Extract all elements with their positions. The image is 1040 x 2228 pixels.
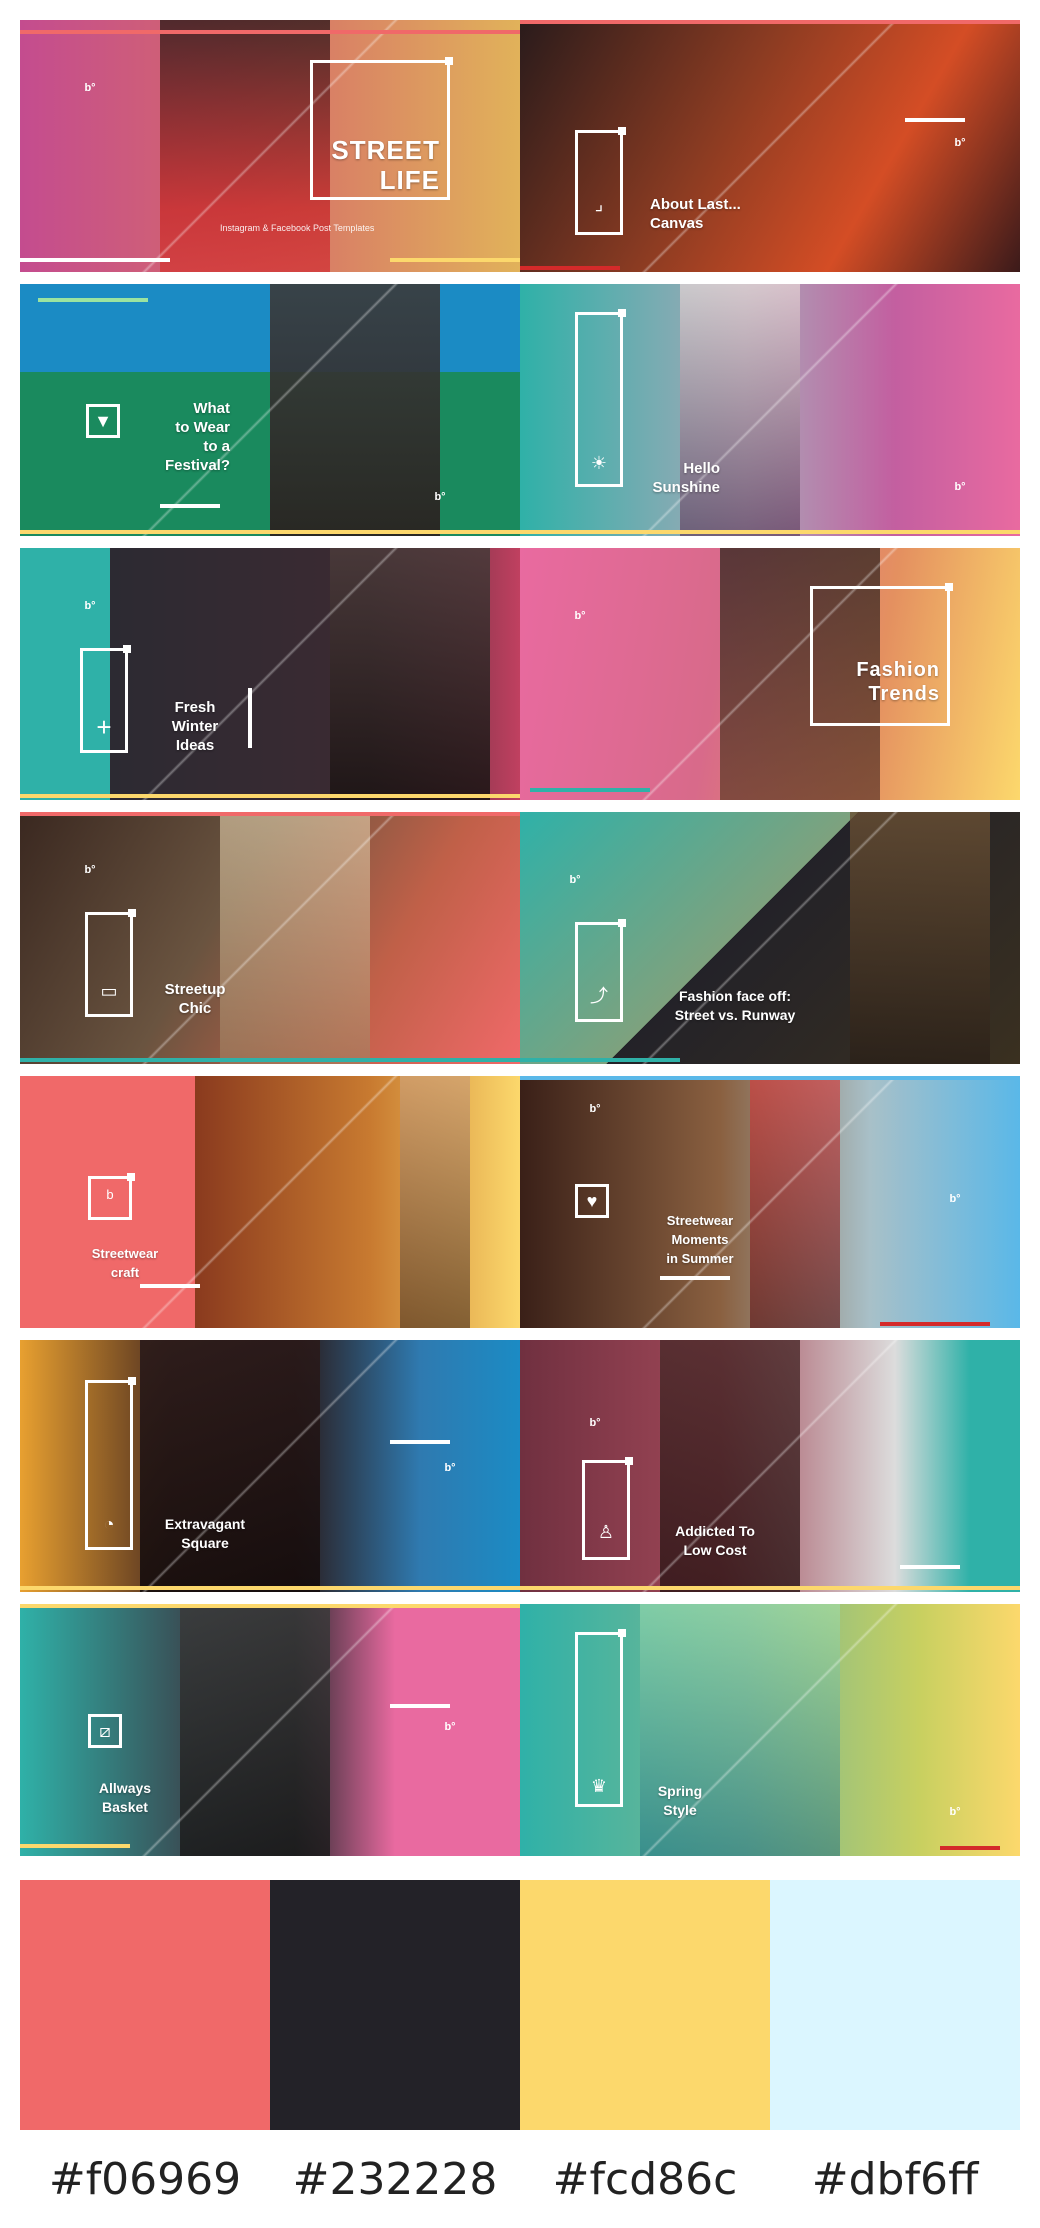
template-tile[interactable]: b Streetwear craft [20, 1076, 520, 1328]
tile-caption: Addicted To Low Cost [675, 1523, 755, 1558]
tile-caption: Extravagant Square [164, 1516, 246, 1551]
logo-badge-icon: b° [954, 137, 966, 149]
heart-icon: ♥ [575, 1184, 609, 1218]
template-tile[interactable]: b° ▭ Streetup Chic [20, 812, 520, 1064]
logo-badge-icon: b° [84, 864, 96, 876]
swatch-dark [270, 1880, 520, 2130]
tile-caption: About Last... Canvas [650, 196, 741, 232]
tile-caption: Streetup Chic [164, 981, 226, 1017]
tile-caption: Streetwear craft [91, 1246, 159, 1280]
template-tile[interactable]: ▼ What to Wear to a Festival? b° [20, 284, 520, 536]
crown-icon: ♛ [590, 1776, 608, 1796]
sun-icon: ☀ [590, 453, 608, 473]
tile-caption: Hello Sunshine [652, 460, 720, 496]
slash-square-icon: ⧄ [88, 1714, 122, 1748]
tile-caption: Spring Style [657, 1783, 703, 1818]
template-tile[interactable]: b° ⌟ About Last... Canvas [520, 20, 1020, 272]
logo-badge-icon: b° [444, 1721, 456, 1733]
logo-badge-icon: b° [589, 1417, 601, 1429]
logo-badge-icon: b° [949, 1806, 961, 1818]
palette-labels: #f06969 #232228 #fcd86c #dbf6ff [20, 2150, 1020, 2210]
corner-arrow-icon: ⌟ [594, 194, 604, 214]
swatch-label: #f06969 [48, 2154, 242, 2205]
tile-subtitle: Instagram & Facebook Post Templates [220, 223, 375, 233]
tile-caption: What to Wear to a Festival? [164, 400, 230, 474]
template-tile[interactable]: b° ⧄ Allways Basket [20, 1604, 520, 1856]
triangle-down-icon: ▼ [86, 404, 120, 438]
template-tile[interactable]: b° ⤴ Fashion face off: Street vs. Runway [520, 812, 1020, 1064]
template-tile[interactable]: b° Fashion Trends [520, 548, 1020, 800]
template-tile[interactable]: b° + Fresh Winter Ideas [20, 548, 520, 800]
swatch-coral [20, 1880, 270, 2130]
logo-badge-icon: b° [574, 610, 586, 622]
plus-icon: + [96, 712, 112, 742]
logo-badge-icon: b° [434, 491, 446, 503]
template-tile[interactable]: ♛ Spring Style b° [520, 1604, 1020, 1856]
template-tile[interactable]: ☀ Hello Sunshine b° [520, 284, 1020, 536]
template-tile[interactable]: b° ◔ Extravagant Square [20, 1340, 520, 1592]
person-icon: ♙ [597, 1522, 615, 1542]
swatch-label: #dbf6ff [811, 2154, 979, 2205]
frame-badge-icon: b [106, 1187, 114, 1202]
template-tile[interactable]: b° STREET LIFE Instagram & Facebook Post… [20, 20, 520, 272]
tile-caption: Allways Basket [98, 1780, 152, 1815]
mirror-icon: ▭ [100, 981, 118, 1001]
leaf-icon: ◔ [103, 1514, 115, 1534]
swatch-label: #232228 [292, 2154, 498, 2205]
color-palette [20, 1880, 1020, 2130]
swatch-light-blue [770, 1880, 1020, 2130]
template-tile[interactable]: b° ♙ Addicted To Low Cost [520, 1340, 1020, 1592]
tile-caption: STREET LIFE [331, 135, 440, 195]
logo-badge-icon: b° [569, 874, 581, 886]
tile-caption: Fresh Winter Ideas [171, 699, 219, 754]
logo-badge-icon: b° [444, 1462, 456, 1474]
logo-badge-icon: b° [954, 481, 966, 493]
tile-caption: Streetwear Moments in Summer [666, 1213, 734, 1266]
template-tile[interactable]: b° b° ♥ Streetwear Moments in Summer [520, 1076, 1020, 1328]
tile-caption: Fashion Trends [856, 659, 940, 705]
tile-caption: Fashion face off: Street vs. Runway [674, 988, 796, 1023]
swatch-label: #fcd86c [552, 2154, 738, 2205]
logo-badge-icon: b° [84, 82, 96, 94]
logo-badge-icon: b° [949, 1193, 961, 1205]
logo-badge-icon: b° [589, 1103, 601, 1115]
logo-badge-icon: b° [84, 600, 96, 612]
swatch-yellow [520, 1880, 770, 2130]
trend-icon: ⤴ [590, 986, 608, 1006]
